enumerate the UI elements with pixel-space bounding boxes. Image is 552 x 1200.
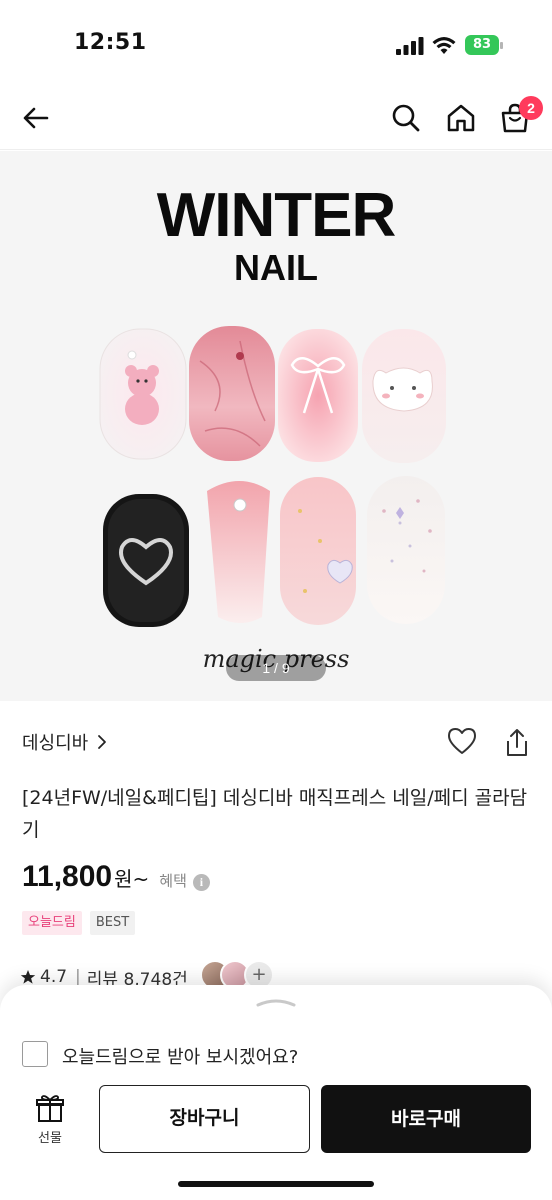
gift-button[interactable]: 선물 bbox=[22, 1093, 78, 1151]
benefit-label: 혜택 bbox=[159, 872, 187, 890]
add-to-cart-button[interactable]: 장바구니 bbox=[99, 1085, 310, 1153]
rating-value: 4.7 bbox=[40, 967, 68, 987]
cellular-signal-icon bbox=[396, 37, 424, 55]
gift-icon bbox=[36, 1095, 64, 1122]
nail-black-heart bbox=[103, 494, 189, 627]
hero-title: WINTER bbox=[156, 181, 397, 250]
nail-ribbon bbox=[278, 329, 358, 462]
search-icon[interactable] bbox=[390, 102, 422, 134]
image-counter: 1 / 9 bbox=[226, 655, 326, 681]
seller-name: 데싱디바 bbox=[22, 733, 89, 754]
tag-best: BEST bbox=[89, 911, 136, 935]
nail-pink-ombre-crystal bbox=[207, 481, 270, 623]
gift-label: 선물 bbox=[38, 1131, 62, 1146]
home-indicator bbox=[178, 1181, 374, 1187]
tag-today-dream: 오늘드림 bbox=[22, 911, 82, 935]
product-title: [24년FW/네일&페디팁] 데싱디바 매직프레스 네일/페디 골라담기 bbox=[22, 787, 528, 841]
nail-pink-heart-charm bbox=[280, 477, 356, 625]
price-value: 11,800 bbox=[22, 860, 113, 893]
share-icon[interactable] bbox=[505, 727, 529, 757]
battery-cap bbox=[500, 42, 503, 49]
purchase-bottom-sheet: 오늘드림으로 받아 보시겠어요? 선물 장바구니 바로구매 bbox=[0, 985, 552, 1200]
info-icon[interactable]: i bbox=[192, 874, 210, 891]
price-row: 11,800 원~ 혜택 i bbox=[22, 860, 210, 900]
rating-separator: | bbox=[75, 967, 81, 987]
chevron-handle-icon[interactable] bbox=[256, 995, 296, 1009]
today-dream-checkbox-label[interactable]: 오늘드림으로 받아 보시겠어요? bbox=[62, 1043, 298, 1069]
nav-bar: 2 bbox=[0, 88, 552, 150]
battery-indicator: 83 bbox=[465, 35, 505, 55]
heart-icon[interactable] bbox=[447, 727, 477, 755]
nail-pink-marble bbox=[189, 326, 275, 461]
hero-subtitle: NAIL bbox=[234, 247, 318, 288]
home-icon[interactable] bbox=[445, 102, 477, 134]
chevron-right-icon bbox=[98, 735, 107, 749]
seller-link[interactable]: 데싱디바 bbox=[22, 722, 108, 762]
back-arrow-icon[interactable] bbox=[20, 102, 52, 134]
star-icon bbox=[20, 970, 36, 984]
nail-glitter bbox=[367, 476, 445, 624]
cart-button[interactable]: 2 bbox=[499, 96, 543, 134]
battery-level: 83 bbox=[465, 35, 499, 55]
cart-count-badge: 2 bbox=[519, 96, 543, 120]
status-bar: 12:51 83 bbox=[0, 0, 552, 88]
nail-bear bbox=[99, 328, 187, 460]
status-time: 12:51 bbox=[74, 30, 147, 55]
buy-now-button[interactable]: 바로구매 bbox=[321, 1085, 531, 1153]
nail-cat bbox=[362, 329, 446, 463]
today-dream-checkbox[interactable] bbox=[22, 1041, 48, 1067]
product-image-carousel[interactable]: WINTER NAIL magic press 1 / 9 bbox=[0, 151, 552, 701]
product-tags: 오늘드림 BEST bbox=[22, 911, 136, 935]
price-unit: 원~ bbox=[114, 867, 150, 891]
wifi-icon bbox=[432, 37, 456, 54]
